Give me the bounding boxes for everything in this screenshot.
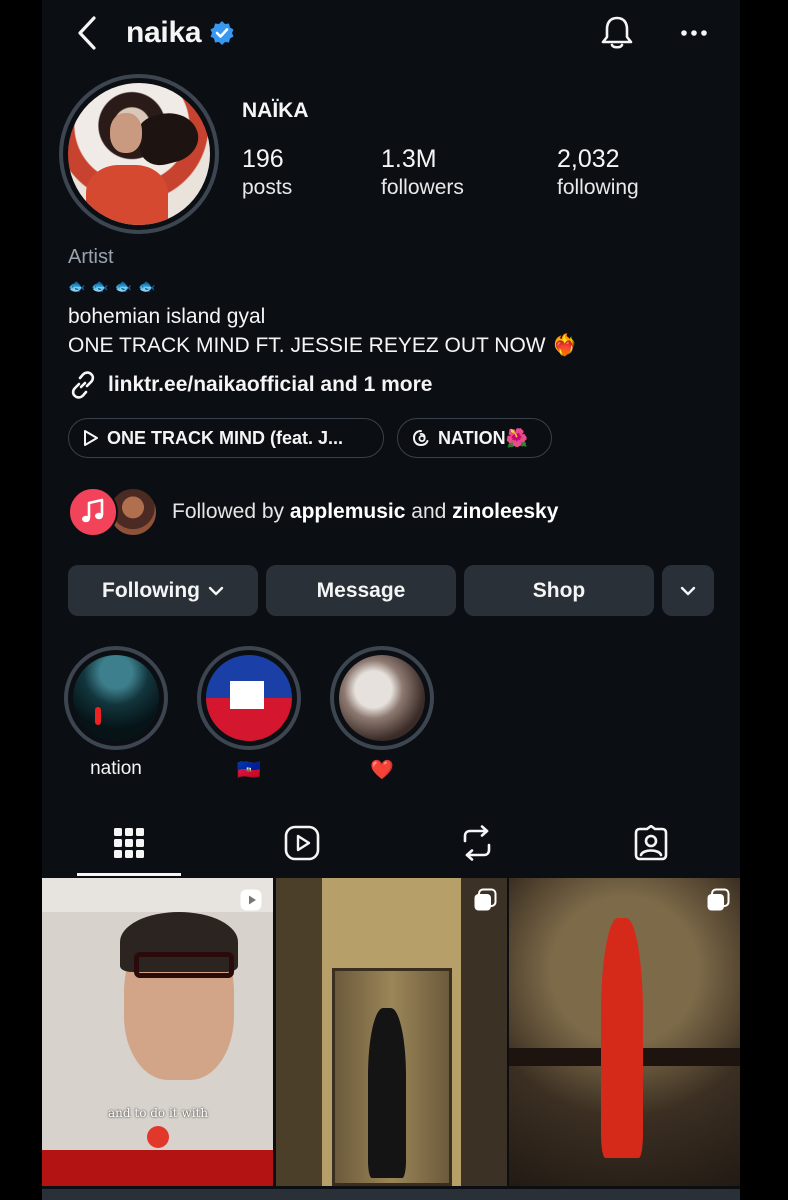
bell-icon	[601, 16, 633, 49]
active-tab-indicator	[77, 873, 181, 876]
link-icon	[71, 371, 95, 399]
stat-posts[interactable]: 196 posts	[242, 144, 292, 202]
following-button[interactable]: Following	[68, 565, 258, 616]
grid-icon	[114, 828, 144, 858]
stat-label: posts	[242, 176, 293, 199]
threads-chip-label: NATION🌺	[438, 427, 529, 448]
following-label: Following	[102, 578, 200, 602]
highlight-cover	[206, 655, 292, 741]
highlight-heart[interactable]: ❤️	[330, 646, 434, 782]
profile-avatar[interactable]	[59, 74, 219, 234]
more-options-button[interactable]	[674, 18, 714, 48]
music-chip-label: ONE TRACK MIND (feat. J...	[107, 427, 344, 448]
post-thumbnail[interactable]	[509, 878, 740, 1186]
followed-by-text: Followed by applemusic and zinoleesky	[172, 500, 559, 523]
tab-posts[interactable]	[104, 818, 154, 868]
avatar-image	[68, 83, 210, 225]
stat-following[interactable]: 2,032 following	[557, 144, 639, 202]
bio-line-2: ONE TRACK MIND FT. JESSIE REYEZ OUT NOW …	[68, 334, 578, 357]
link-text: linktr.ee/naikaofficial and 1 more	[108, 373, 433, 396]
play-icon	[84, 430, 98, 446]
profile-screen: naika NAÏKA 196 posts 1.3M followers 2,0…	[42, 0, 740, 1200]
carousel-badge-icon	[707, 888, 730, 911]
highlight-cover	[339, 655, 425, 741]
more-horizontal-icon	[681, 30, 707, 36]
suggested-accounts-button[interactable]	[662, 565, 714, 616]
post-thumbnail[interactable]: and to do it with	[42, 878, 273, 1186]
tab-reels[interactable]	[277, 818, 327, 868]
message-label: Message	[316, 578, 406, 602]
bio-link[interactable]: linktr.ee/naikaofficial and 1 more	[68, 370, 432, 400]
followed-by[interactable]: Followed by applemusic and zinoleesky	[68, 486, 558, 538]
threads-icon	[412, 430, 429, 447]
stat-label: following	[557, 176, 639, 199]
chevron-down-icon	[208, 586, 224, 595]
threads-chip[interactable]: NATION🌺	[397, 418, 552, 458]
highlight-label: ❤️	[370, 760, 394, 781]
reels-icon	[284, 825, 320, 861]
tab-reposts[interactable]	[452, 818, 502, 868]
music-chip[interactable]: ONE TRACK MIND (feat. J...	[68, 418, 384, 458]
back-button[interactable]	[70, 14, 104, 52]
username-header: naika	[126, 14, 235, 52]
display-name: NAÏKA	[242, 99, 309, 122]
highlight-label: nation	[90, 758, 142, 779]
stat-value: 1.3M	[381, 145, 437, 173]
music-note-icon	[82, 498, 104, 523]
highlight-nation[interactable]: nation	[64, 646, 168, 780]
post-caption-overlay: and to do it with	[108, 1106, 209, 1120]
shop-button[interactable]: Shop	[464, 565, 654, 616]
bio-fish-emojis: 🐟🐟🐟🐟	[68, 278, 162, 294]
highlight-cover	[73, 655, 159, 741]
stat-label: followers	[381, 176, 464, 199]
shop-label: Shop	[532, 578, 586, 602]
tagged-icon	[634, 825, 668, 861]
chevron-left-icon	[78, 16, 96, 50]
username: naika	[126, 16, 202, 49]
verified-badge-icon	[210, 21, 234, 45]
stat-followers[interactable]: 1.3M followers	[381, 144, 464, 202]
bio-line-1: bohemian island gyal	[68, 305, 266, 328]
tab-tagged[interactable]	[626, 818, 676, 868]
content-tabs	[42, 808, 740, 876]
stat-value: 196	[242, 145, 284, 173]
post-thumbnail[interactable]	[276, 878, 507, 1186]
message-button[interactable]: Message	[266, 565, 456, 616]
applemusic-avatar	[68, 487, 118, 537]
notifications-button[interactable]	[597, 12, 637, 54]
next-row-edge	[42, 1189, 740, 1200]
stat-value: 2,032	[557, 145, 620, 173]
reel-badge-icon	[240, 889, 262, 911]
chevron-down-icon	[680, 586, 696, 595]
highlight-haiti[interactable]: 🇭🇹	[197, 646, 301, 782]
highlight-label: 🇭🇹	[237, 760, 261, 781]
profile-category: Artist	[68, 246, 114, 268]
reposts-icon	[463, 825, 491, 861]
camera-icon	[147, 1126, 169, 1148]
top-bar: naika	[42, 0, 740, 66]
carousel-badge-icon	[474, 888, 497, 911]
